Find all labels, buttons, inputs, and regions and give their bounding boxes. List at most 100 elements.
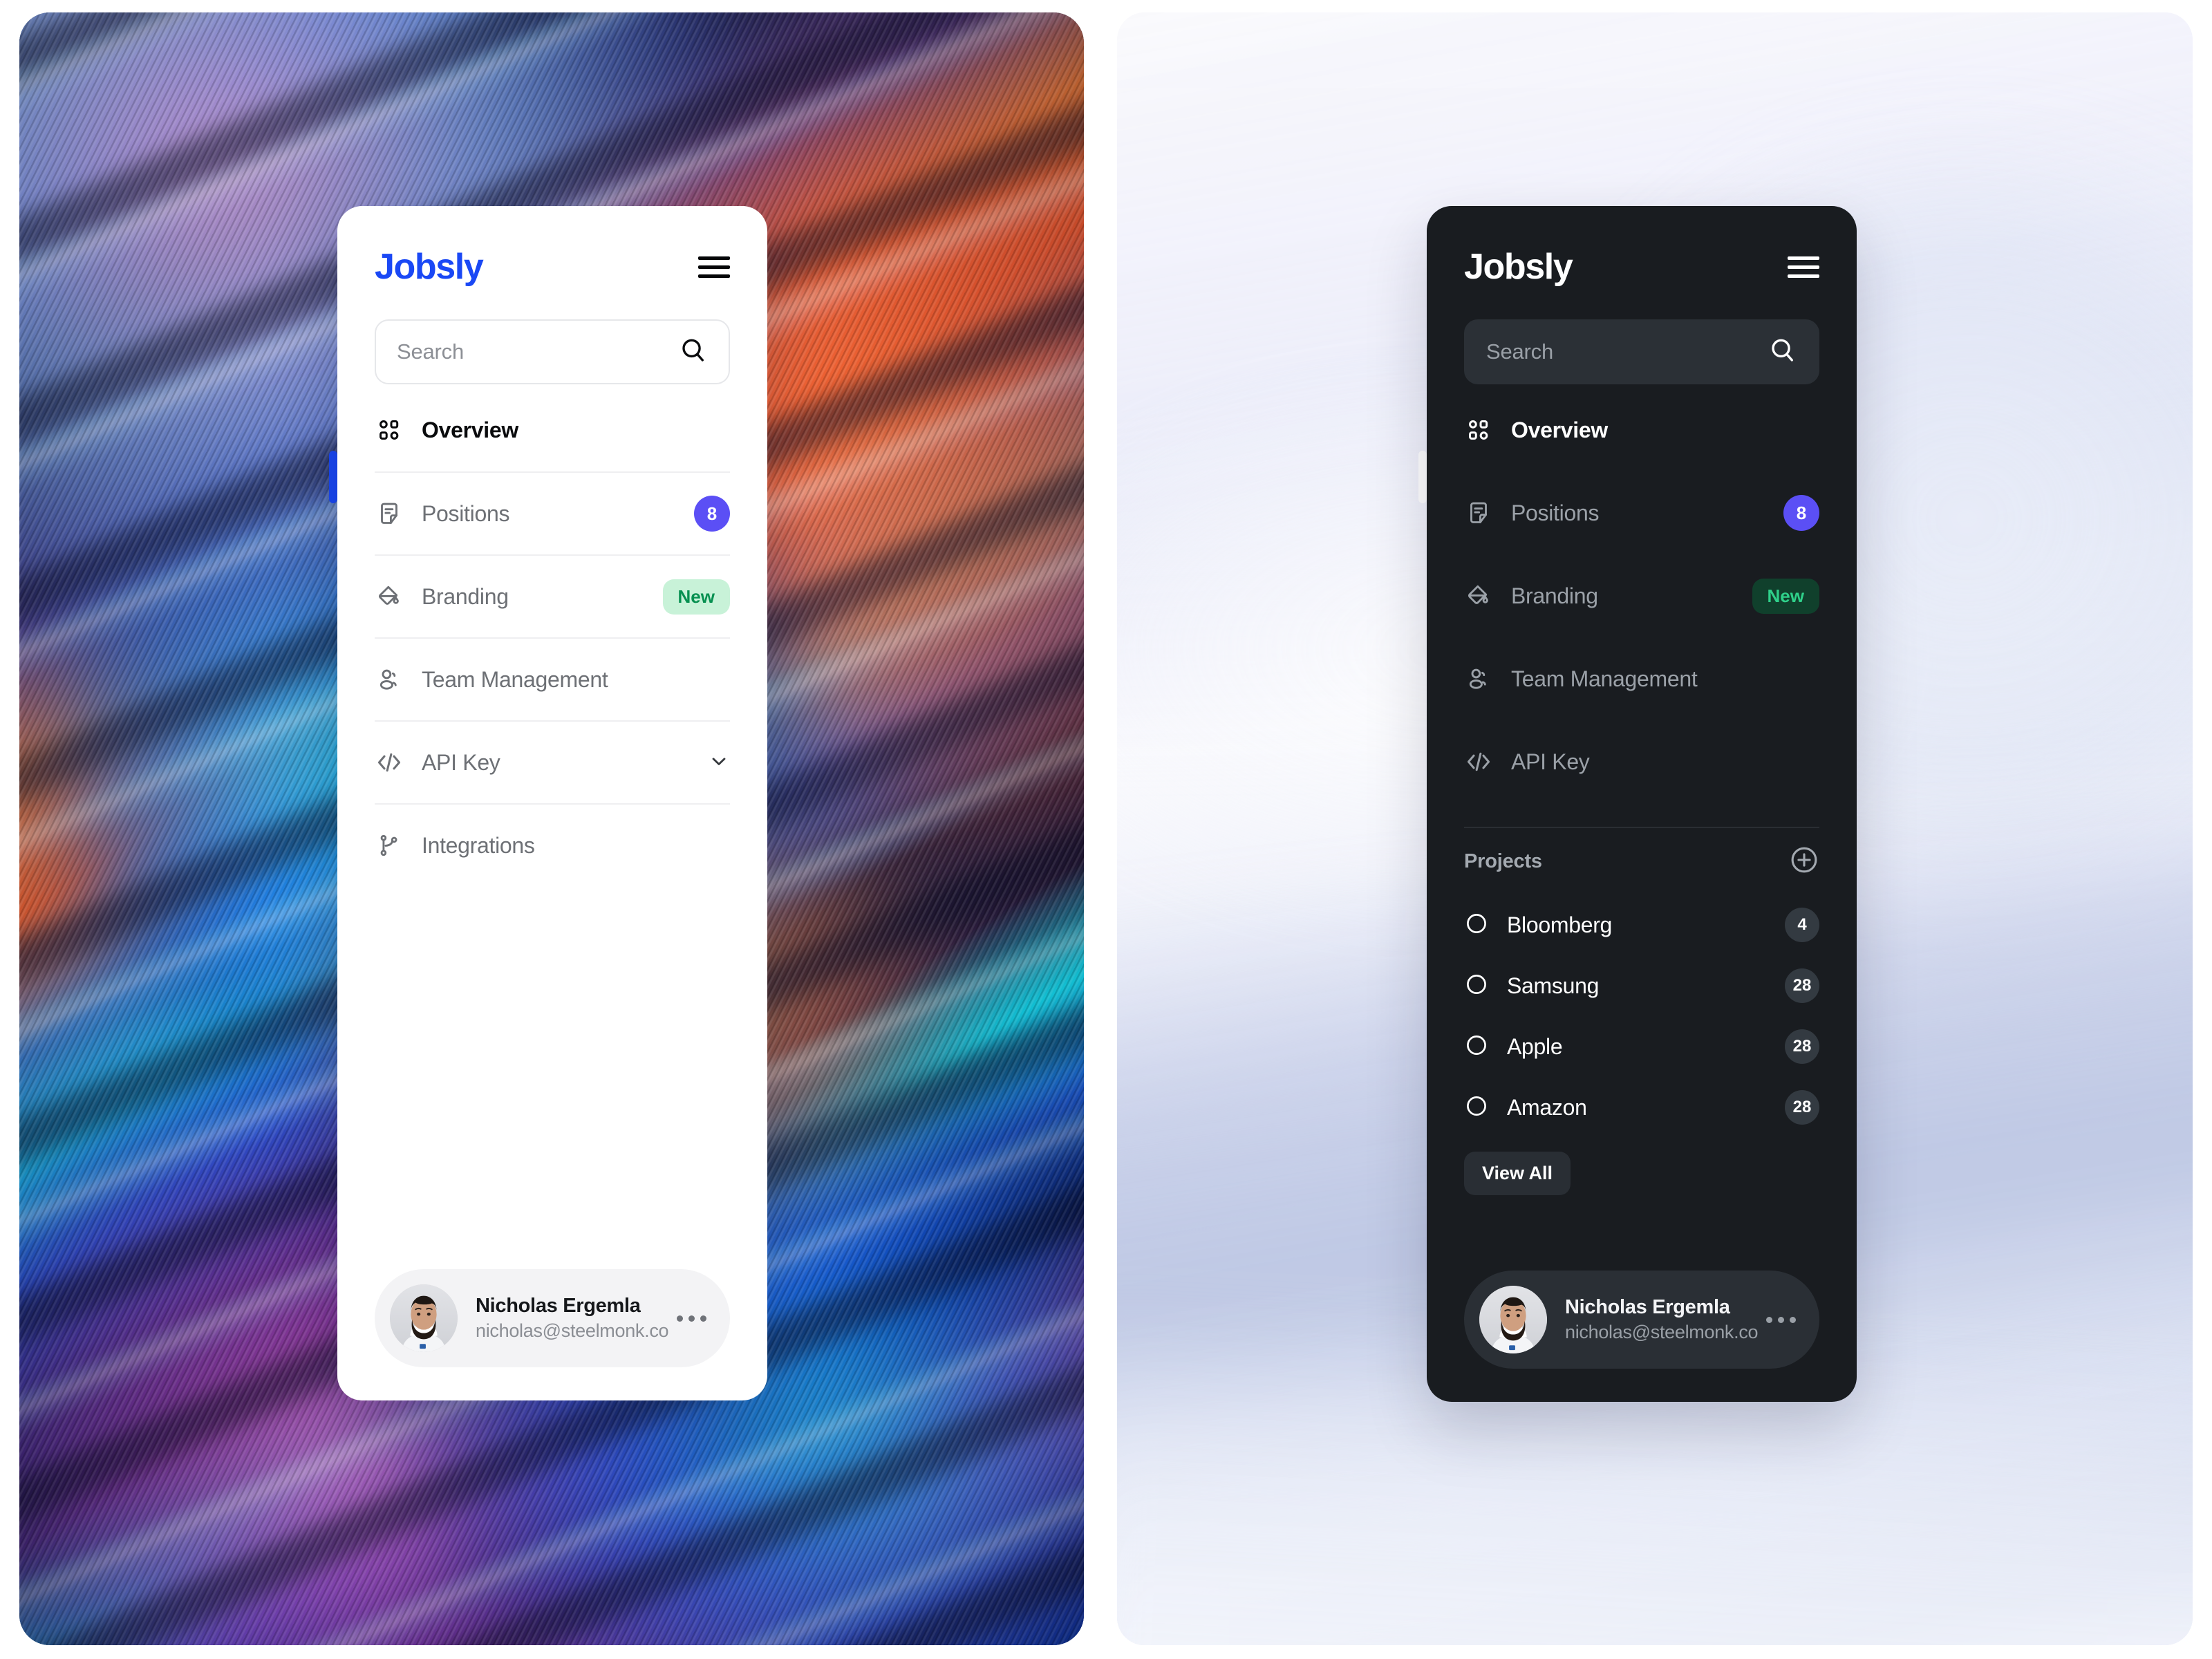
sidebar-nav-dark: Overview Positions 8 Branding New Team M… xyxy=(1464,388,1819,803)
project-count-badge: 28 xyxy=(1785,968,1819,1003)
active-indicator-light xyxy=(329,451,337,503)
project-name: Apple xyxy=(1507,1033,1563,1059)
search-placeholder: Search xyxy=(397,339,465,364)
projects-list: Bloomberg 4 Samsung 28 Apple 28 Amazon 2… xyxy=(1464,894,1819,1138)
hamburger-bar xyxy=(1788,274,1819,278)
hamburger-bar xyxy=(698,256,730,260)
paint-bucket-icon xyxy=(1464,581,1493,610)
list-item[interactable]: Samsung 28 xyxy=(1464,955,1819,1016)
user-profile-card[interactable]: Nicholas Ergemla nicholas@steelmonk.co xyxy=(375,1269,730,1367)
code-icon xyxy=(375,748,404,777)
note-icon xyxy=(375,499,404,528)
brand-logo[interactable]: Jobsly xyxy=(375,249,484,285)
sidebar-item-label: Integrations xyxy=(422,832,535,858)
sidebar-item-label: Branding xyxy=(1511,583,1598,608)
hamburger-icon[interactable] xyxy=(698,256,730,278)
active-indicator-dark xyxy=(1418,451,1427,503)
sidebar-item-overview[interactable]: Overview xyxy=(375,388,730,471)
brand-logo[interactable]: Jobsly xyxy=(1464,249,1573,285)
search-input[interactable]: Search xyxy=(375,319,730,384)
user-email: nicholas@steelmonk.co xyxy=(476,1320,669,1341)
user-profile-card[interactable]: Nicholas Ergemla nicholas@steelmonk.co xyxy=(1464,1271,1819,1369)
sidebar-panel-light: Jobsly Search Overview Positions 8 Brand… xyxy=(337,206,767,1400)
branding-new-badge: New xyxy=(1752,578,1819,614)
sidebar-item-positions[interactable]: Positions 8 xyxy=(375,471,730,554)
users-icon xyxy=(375,665,404,694)
paint-bucket-icon xyxy=(375,582,404,611)
project-count-badge: 4 xyxy=(1785,908,1819,942)
dot xyxy=(1790,1316,1796,1323)
dot xyxy=(700,1315,706,1322)
circle-icon xyxy=(1464,911,1489,939)
sidebar-item-team-management[interactable]: Team Management xyxy=(1464,637,1819,720)
search-placeholder: Search xyxy=(1486,339,1554,364)
sidebar-item-api-key[interactable]: API Key xyxy=(375,720,730,803)
more-horizontal-icon[interactable] xyxy=(1766,1316,1796,1323)
sidebar-item-label: API Key xyxy=(1511,749,1590,774)
sidebar-item-label: API Key xyxy=(422,749,500,775)
branding-new-badge: New xyxy=(662,579,730,615)
sidebar-item-integrations[interactable]: Integrations xyxy=(375,803,730,886)
dot xyxy=(1778,1316,1784,1323)
sidebar-item-label: Overview xyxy=(422,417,518,442)
plus-circle-icon[interactable] xyxy=(1789,845,1819,879)
sidebar-item-label: Positions xyxy=(1511,500,1600,525)
more-horizontal-icon[interactable] xyxy=(677,1315,706,1322)
user-meta: Nicholas Ergemla nicholas@steelmonk.co xyxy=(1565,1295,1759,1344)
chevron-down-icon[interactable] xyxy=(708,750,730,776)
avatar xyxy=(1479,1286,1547,1353)
view-all-button[interactable]: View All xyxy=(1464,1152,1571,1195)
list-item[interactable]: Apple 28 xyxy=(1464,1016,1819,1077)
hamburger-bar xyxy=(698,265,730,269)
hamburger-bar xyxy=(1788,265,1819,269)
dot xyxy=(688,1315,695,1322)
circle-icon xyxy=(1464,972,1489,1000)
project-name: Bloomberg xyxy=(1507,912,1613,937)
sidebar-item-api-key[interactable]: API Key xyxy=(1464,720,1819,803)
sidebar-item-label: Overview xyxy=(1511,417,1608,442)
avatar xyxy=(390,1284,458,1352)
sidebar-item-branding[interactable]: Branding New xyxy=(1464,554,1819,637)
project-count-badge: 28 xyxy=(1785,1029,1819,1064)
user-email: nicholas@steelmonk.co xyxy=(1565,1321,1759,1342)
user-meta: Nicholas Ergemla nicholas@steelmonk.co xyxy=(476,1293,669,1342)
search-icon[interactable] xyxy=(679,336,708,368)
project-count-badge: 28 xyxy=(1785,1090,1819,1125)
panel-header-dark: Jobsly xyxy=(1464,206,1819,285)
note-icon xyxy=(1464,498,1493,527)
circle-icon xyxy=(1464,1094,1489,1122)
project-name: Samsung xyxy=(1507,973,1600,998)
users-icon xyxy=(1464,664,1493,693)
dot xyxy=(677,1315,683,1322)
hamburger-bar xyxy=(1788,256,1819,260)
circle-icon xyxy=(1464,1033,1489,1061)
list-item[interactable]: Bloomberg 4 xyxy=(1464,894,1819,955)
git-branch-icon xyxy=(375,831,404,860)
sidebar-item-label: Team Management xyxy=(1511,666,1698,691)
projects-header: Projects xyxy=(1464,828,1819,894)
search-icon[interactable] xyxy=(1768,336,1797,368)
sidebar-item-positions[interactable]: Positions 8 xyxy=(1464,471,1819,554)
sidebar-item-branding[interactable]: Branding New xyxy=(375,554,730,637)
sidebar-item-label: Branding xyxy=(422,583,509,609)
hamburger-icon[interactable] xyxy=(1788,256,1819,278)
sidebar-item-label: Positions xyxy=(422,500,510,526)
user-name: Nicholas Ergemla xyxy=(1565,1296,1730,1319)
hamburger-bar xyxy=(698,274,730,278)
grid-icon xyxy=(1464,415,1493,444)
search-input[interactable]: Search xyxy=(1464,319,1819,384)
positions-count-badge: 8 xyxy=(1783,495,1819,531)
list-item[interactable]: Amazon 28 xyxy=(1464,1077,1819,1138)
code-icon xyxy=(1464,747,1493,776)
sidebar-panel-dark: Jobsly Search Overview Positions 8 Brand… xyxy=(1427,206,1857,1402)
sidebar-item-overview[interactable]: Overview xyxy=(1464,388,1819,471)
sidebar-nav-light: Overview Positions 8 Branding New Team M… xyxy=(375,388,730,886)
project-name: Amazon xyxy=(1507,1094,1587,1120)
sidebar-item-team-management[interactable]: Team Management xyxy=(375,637,730,720)
sidebar-item-label: Team Management xyxy=(422,666,608,692)
showcase-stage: Jobsly Search Overview Positions 8 Brand… xyxy=(0,0,2212,1659)
dot xyxy=(1766,1316,1772,1323)
grid-icon xyxy=(375,415,404,444)
